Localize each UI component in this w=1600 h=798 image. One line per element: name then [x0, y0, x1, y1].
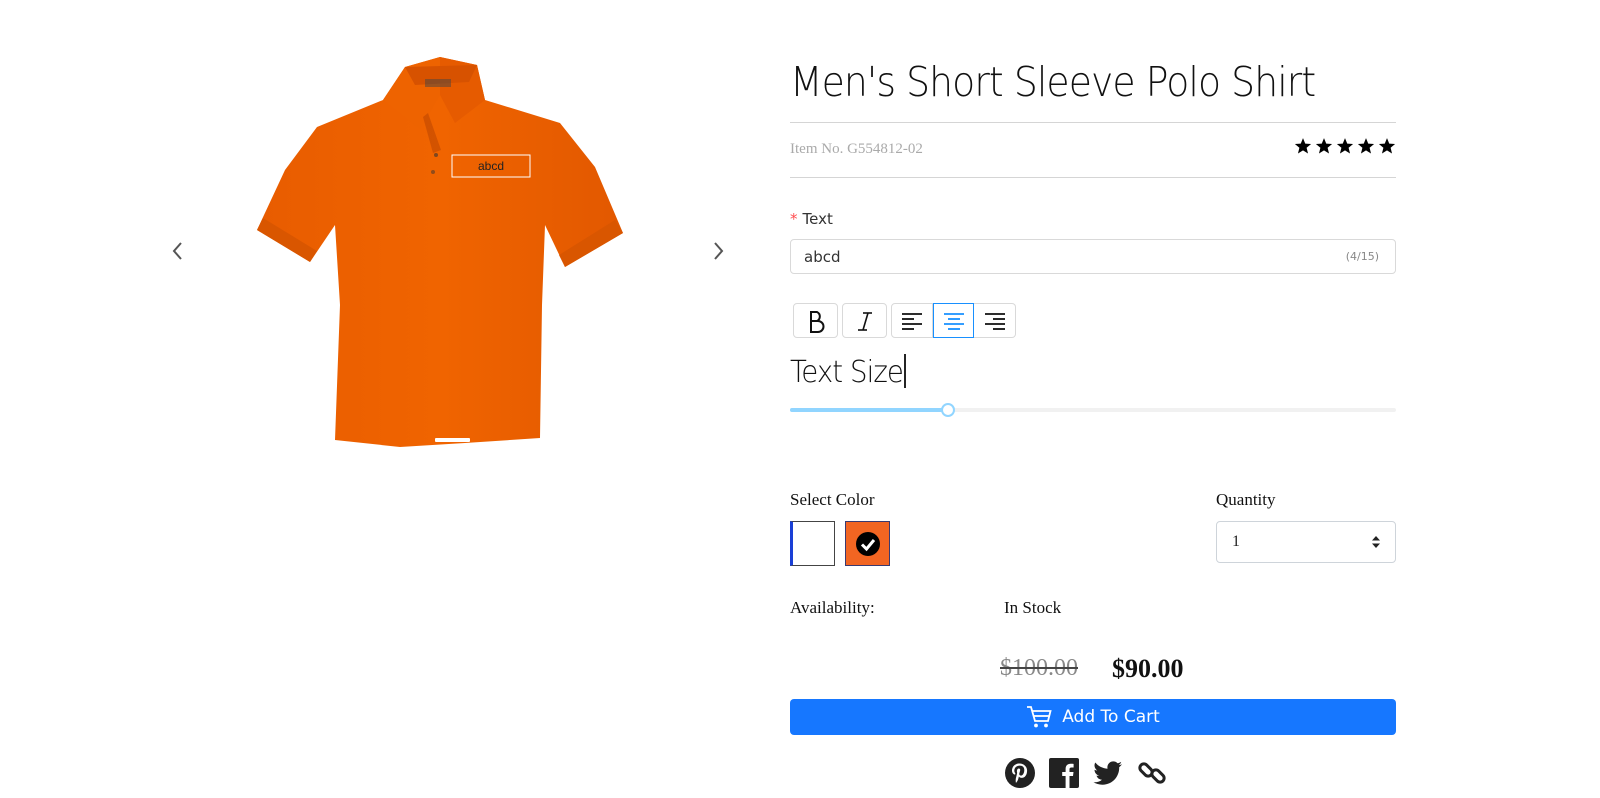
slider-track — [790, 408, 948, 412]
text-size-slider[interactable] — [790, 403, 1396, 417]
sort-arrows-icon — [1372, 536, 1380, 548]
next-image-button[interactable] — [703, 236, 733, 266]
star-icon — [1378, 138, 1396, 154]
star-icon — [1315, 138, 1333, 154]
italic-button[interactable] — [842, 303, 887, 338]
chevron-right-icon — [714, 242, 724, 260]
align-center-icon — [943, 312, 964, 330]
align-left-button[interactable] — [891, 303, 933, 338]
product-image: abcd — [257, 57, 623, 447]
item-number: Item No. G554812-02 — [790, 141, 923, 157]
star-icon — [1357, 138, 1375, 154]
align-right-icon — [984, 312, 1005, 330]
add-to-cart-label: Add To Cart — [1062, 707, 1160, 727]
slider-handle[interactable] — [940, 403, 955, 417]
star-icon — [1294, 138, 1312, 154]
chevron-left-icon — [172, 242, 182, 260]
availability-label: Availability: — [790, 598, 875, 617]
add-to-cart-button[interactable]: Add To Cart — [790, 699, 1396, 735]
align-center-button[interactable] — [933, 303, 974, 338]
sale-price: $90.00 — [1112, 654, 1184, 683]
quantity-select[interactable]: 1 — [1216, 521, 1396, 563]
carousel-dot[interactable] — [435, 438, 470, 442]
align-left-icon — [902, 312, 922, 330]
twitter-icon[interactable] — [1092, 757, 1124, 789]
color-options — [790, 521, 890, 566]
color-swatch-white[interactable] — [790, 521, 835, 566]
link-icon[interactable] — [1136, 757, 1168, 789]
divider — [790, 177, 1396, 178]
text-field[interactable]: (4/15) — [790, 239, 1396, 274]
text-size-label-text: Text Size — [790, 355, 904, 390]
quantity-label: Quantity — [1216, 490, 1276, 509]
italic-icon — [857, 311, 872, 331]
bold-button[interactable] — [793, 303, 838, 338]
text-field-label: * Text — [790, 210, 833, 228]
original-price: $100.00 — [1000, 655, 1078, 681]
select-color-label: Select Color — [790, 490, 875, 509]
required-marker: * — [790, 210, 798, 228]
quantity-value: 1 — [1232, 533, 1240, 550]
divider — [790, 122, 1396, 123]
availability-value: In Stock — [1004, 598, 1062, 617]
shirt-custom-text: abcd — [478, 159, 504, 173]
pinterest-icon[interactable] — [1004, 757, 1036, 789]
previous-image-button[interactable] — [163, 236, 193, 266]
share-links — [1004, 757, 1168, 789]
align-right-button[interactable] — [974, 303, 1016, 338]
product-title: Men's Short Sleeve Polo Shirt — [790, 58, 1316, 106]
text-cursor — [903, 354, 906, 388]
custom-text-input[interactable] — [791, 240, 1346, 273]
checkmark-icon — [855, 531, 880, 556]
text-size-label: Text Size — [790, 354, 906, 390]
text-format-toolbar — [793, 303, 1016, 338]
star-icon — [1336, 138, 1354, 154]
facebook-icon[interactable] — [1048, 757, 1080, 789]
cart-icon — [1027, 706, 1052, 728]
color-swatch-orange[interactable] — [845, 521, 890, 566]
product-gallery: abcd — [150, 40, 750, 470]
text-field-label-text: Text — [802, 210, 833, 228]
rating-stars — [1294, 137, 1396, 155]
character-count: (4/15) — [1345, 250, 1379, 263]
bold-icon — [809, 310, 824, 333]
